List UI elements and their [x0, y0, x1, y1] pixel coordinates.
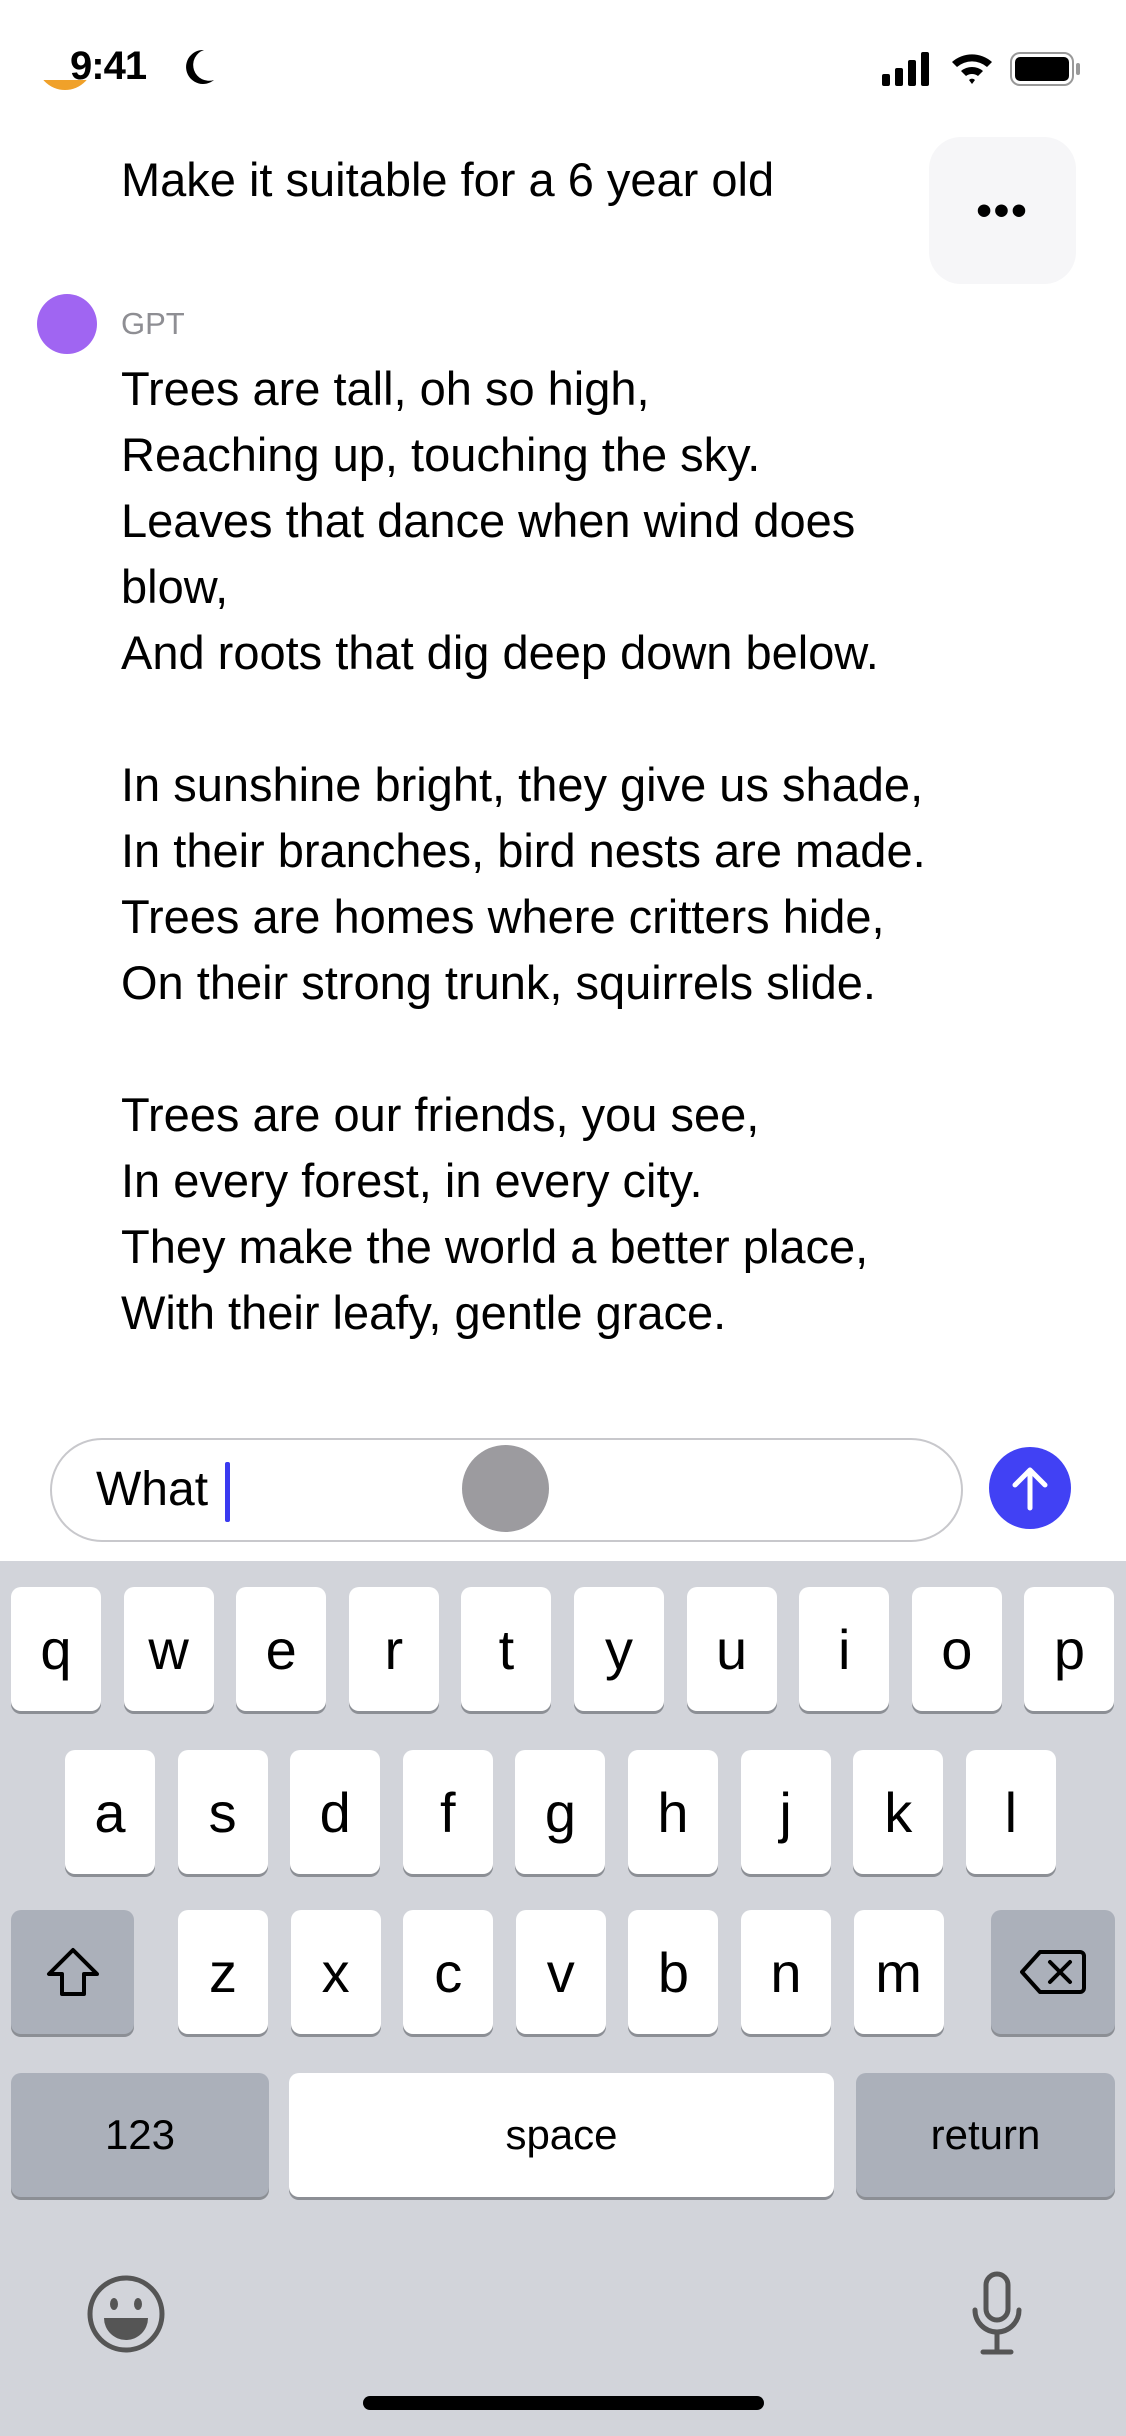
assistant-avatar	[37, 294, 97, 354]
wifi-icon	[952, 54, 992, 84]
key-k[interactable]: k	[853, 1750, 944, 1874]
space-key[interactable]: space	[289, 2073, 834, 2197]
moon-icon	[186, 49, 214, 84]
key-m[interactable]: m	[853, 1910, 944, 2034]
key-w[interactable]: w	[123, 1587, 214, 1711]
key-o[interactable]: o	[911, 1587, 1002, 1711]
key-p[interactable]: p	[1024, 1587, 1115, 1711]
cursor-drag-handle[interactable]	[462, 1445, 549, 1532]
key-x[interactable]: x	[290, 1910, 381, 2034]
arrow-up-icon	[1012, 1467, 1048, 1511]
microphone-icon[interactable]	[967, 2270, 1027, 2360]
key-h[interactable]: h	[628, 1750, 718, 1874]
backspace-key[interactable]	[991, 1910, 1115, 2034]
key-u[interactable]: u	[686, 1587, 777, 1711]
emoji-icon[interactable]	[86, 2274, 166, 2354]
key-q[interactable]: q	[11, 1587, 101, 1711]
home-indicator	[363, 2396, 764, 2410]
key-y[interactable]: y	[574, 1587, 664, 1711]
numbers-key[interactable]: 123	[11, 2073, 269, 2197]
key-d[interactable]: d	[290, 1750, 381, 1874]
key-s[interactable]: s	[177, 1750, 268, 1874]
user-message: Make it suitable for a 6 year old	[121, 153, 775, 206]
send-button[interactable]	[989, 1447, 1071, 1529]
key-z[interactable]: z	[178, 1910, 268, 2034]
cellular-signal-icon	[882, 52, 929, 86]
key-l[interactable]: l	[965, 1750, 1056, 1874]
text-caret	[225, 1462, 230, 1522]
shift-icon	[46, 1948, 99, 1996]
delete-backward-icon	[1020, 1950, 1086, 1994]
key-n[interactable]: n	[741, 1910, 831, 2034]
more-options-button[interactable]: •••	[929, 137, 1076, 284]
assistant-message: Trees are tall, oh so high, Reaching up,…	[121, 362, 926, 1339]
key-r[interactable]: r	[348, 1587, 439, 1711]
key-i[interactable]: i	[799, 1587, 890, 1711]
key-e[interactable]: e	[236, 1587, 327, 1711]
key-t[interactable]: t	[461, 1587, 552, 1711]
return-key[interactable]: return	[856, 2073, 1115, 2197]
key-b[interactable]: b	[628, 1910, 719, 2034]
key-f[interactable]: f	[402, 1750, 493, 1874]
shift-key[interactable]	[11, 1910, 134, 2034]
battery-icon	[1010, 52, 1080, 86]
key-c[interactable]: c	[403, 1910, 494, 2034]
message-input-value[interactable]: What	[96, 1462, 208, 1517]
key-a[interactable]: a	[65, 1750, 155, 1874]
key-g[interactable]: g	[515, 1750, 606, 1874]
ellipsis-icon: •••	[976, 185, 1029, 235]
key-v[interactable]: v	[515, 1910, 606, 2034]
assistant-name: GPT	[121, 306, 185, 341]
key-j[interactable]: j	[740, 1750, 831, 1874]
